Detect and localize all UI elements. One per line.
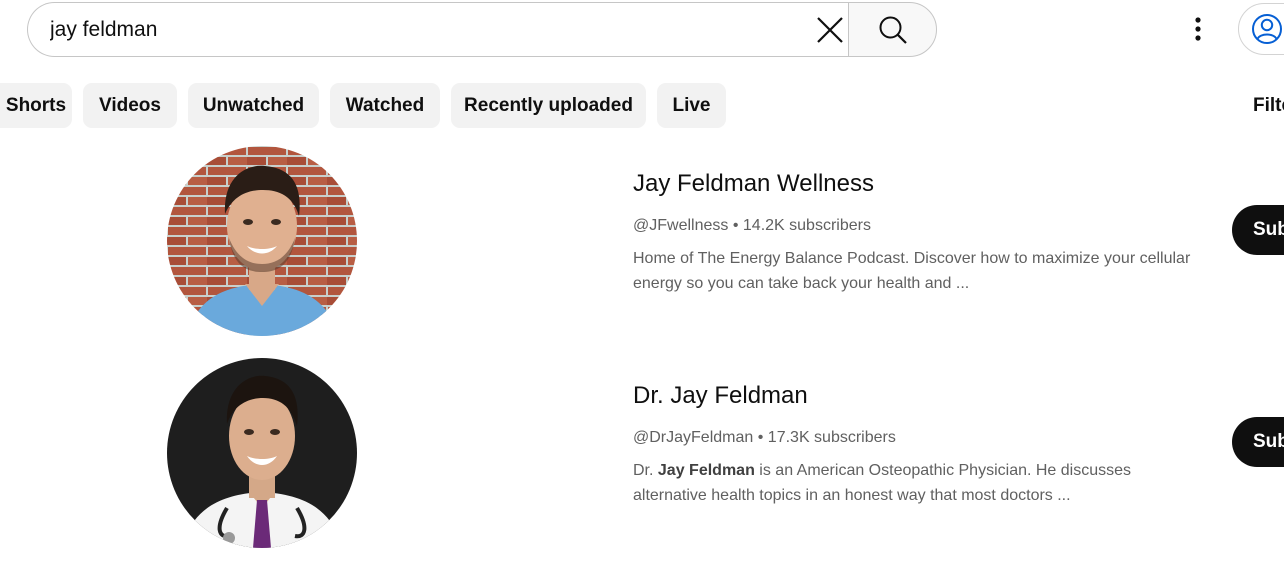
search-input[interactable] bbox=[50, 9, 790, 50]
filters-button[interactable]: Filters bbox=[1253, 95, 1284, 117]
channel-meta: @DrJayFeldman • 17.3K subscribers bbox=[633, 429, 896, 447]
subscribe-button[interactable]: Subscribe bbox=[1232, 417, 1284, 467]
avatar-photo bbox=[167, 358, 357, 548]
subscriber-count: 17.3K subscribers bbox=[767, 429, 896, 446]
account-circle-icon bbox=[1252, 14, 1282, 44]
close-icon bbox=[817, 17, 843, 43]
description-highlight: Jay Feldman bbox=[657, 462, 755, 479]
more-options-button[interactable] bbox=[1180, 10, 1216, 48]
subscriber-count: 14.2K subscribers bbox=[742, 217, 871, 234]
search-box bbox=[27, 2, 849, 57]
channel-result: Dr. Jay Feldman @DrJayFeldman • 17.3K su… bbox=[0, 358, 1284, 558]
channel-avatar[interactable] bbox=[167, 358, 357, 548]
channel-handle[interactable]: @DrJayFeldman bbox=[633, 429, 753, 446]
chip-watched[interactable]: Watched bbox=[330, 83, 440, 128]
channel-result: Jay Feldman Wellness @JFwellness • 14.2K… bbox=[0, 146, 1284, 346]
channel-handle[interactable]: @JFwellness bbox=[633, 217, 728, 234]
chip-shorts[interactable]: Shorts bbox=[0, 83, 72, 128]
search-icon bbox=[879, 16, 907, 44]
subscribe-button[interactable]: Subscribe bbox=[1232, 205, 1284, 255]
channel-name[interactable]: Jay Feldman Wellness bbox=[633, 170, 874, 198]
clear-search-button[interactable] bbox=[810, 11, 850, 49]
channel-meta: @JFwellness • 14.2K subscribers bbox=[633, 217, 871, 235]
channel-description: Dr. Jay Feldman is an American Osteopath… bbox=[633, 458, 1193, 508]
channel-avatar[interactable] bbox=[167, 146, 357, 336]
channel-name[interactable]: Dr. Jay Feldman bbox=[633, 382, 808, 410]
chip-recently-uploaded[interactable]: Recently uploaded bbox=[451, 83, 646, 128]
channel-description: Home of The Energy Balance Podcast. Disc… bbox=[633, 250, 1191, 292]
search-button[interactable] bbox=[848, 2, 937, 57]
meta-separator: • bbox=[732, 217, 739, 234]
avatar-photo bbox=[167, 146, 357, 336]
more-vert-icon bbox=[1195, 17, 1201, 41]
chip-unwatched[interactable]: Unwatched bbox=[188, 83, 319, 128]
youtube-search-results-page: Shorts Videos Unwatched Watched Recently… bbox=[0, 0, 1284, 576]
description-prefix: Dr. bbox=[633, 462, 654, 479]
chip-live[interactable]: Live bbox=[657, 83, 726, 128]
meta-separator: • bbox=[757, 429, 764, 446]
chip-videos[interactable]: Videos bbox=[83, 83, 177, 128]
sign-in-button[interactable] bbox=[1238, 3, 1284, 55]
